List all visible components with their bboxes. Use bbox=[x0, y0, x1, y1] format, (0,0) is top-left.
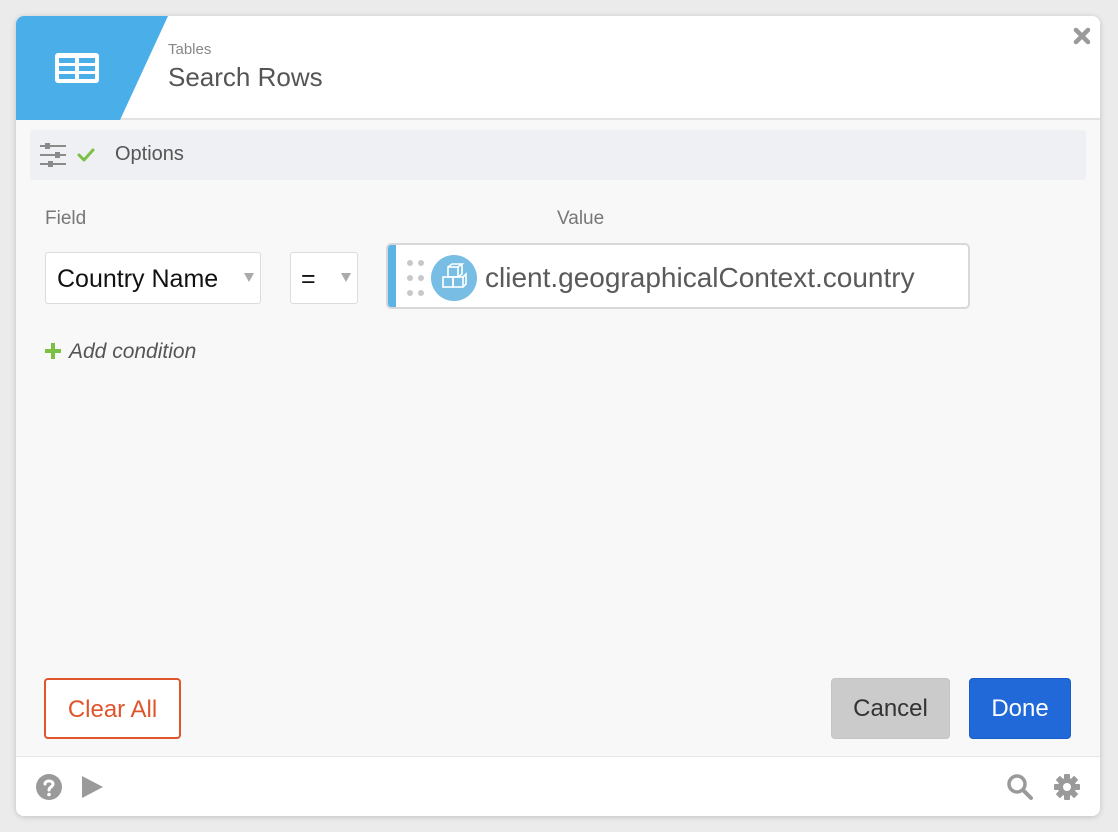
value-field-accent bbox=[388, 245, 396, 307]
dialog-header: Tables Search Rows bbox=[16, 16, 1100, 120]
operator-select[interactable]: = bbox=[290, 252, 358, 304]
drag-handle-icon[interactable] bbox=[406, 259, 426, 297]
operator-select-value: = bbox=[301, 265, 316, 293]
table-icon bbox=[55, 53, 99, 83]
bottom-toolbar bbox=[16, 756, 1100, 816]
page-title: Search Rows bbox=[168, 62, 323, 92]
search-icon[interactable] bbox=[1006, 773, 1034, 801]
header-badge bbox=[16, 16, 168, 120]
chevron-down-icon bbox=[244, 273, 254, 282]
clear-all-button[interactable]: Clear All bbox=[44, 678, 181, 739]
chevron-down-icon bbox=[341, 273, 351, 282]
value-field[interactable]: client.geographicalContext.country bbox=[386, 243, 970, 309]
sliders-icon bbox=[40, 143, 66, 167]
field-select-value: Country Name bbox=[57, 265, 219, 293]
add-condition-label: Add condition bbox=[69, 340, 197, 363]
object-icon bbox=[431, 255, 477, 301]
close-icon[interactable] bbox=[1072, 26, 1092, 46]
value-column-label: Value bbox=[557, 208, 605, 229]
plus-icon bbox=[45, 343, 61, 359]
value-expression: client.geographicalContext.country bbox=[485, 262, 915, 293]
search-rows-dialog: Tables Search Rows Options Field Value C… bbox=[16, 16, 1100, 816]
field-column-label: Field bbox=[45, 208, 87, 229]
cancel-button[interactable]: Cancel bbox=[831, 678, 950, 739]
check-icon bbox=[77, 148, 95, 162]
header-category: Tables bbox=[168, 41, 212, 58]
play-icon[interactable] bbox=[78, 773, 106, 801]
gear-icon[interactable] bbox=[1053, 773, 1081, 801]
options-bar[interactable]: Options bbox=[30, 130, 1086, 180]
help-icon[interactable] bbox=[35, 773, 63, 801]
field-select[interactable]: Country Name bbox=[45, 252, 261, 304]
done-button[interactable]: Done bbox=[969, 678, 1071, 739]
options-label: Options bbox=[115, 143, 184, 165]
